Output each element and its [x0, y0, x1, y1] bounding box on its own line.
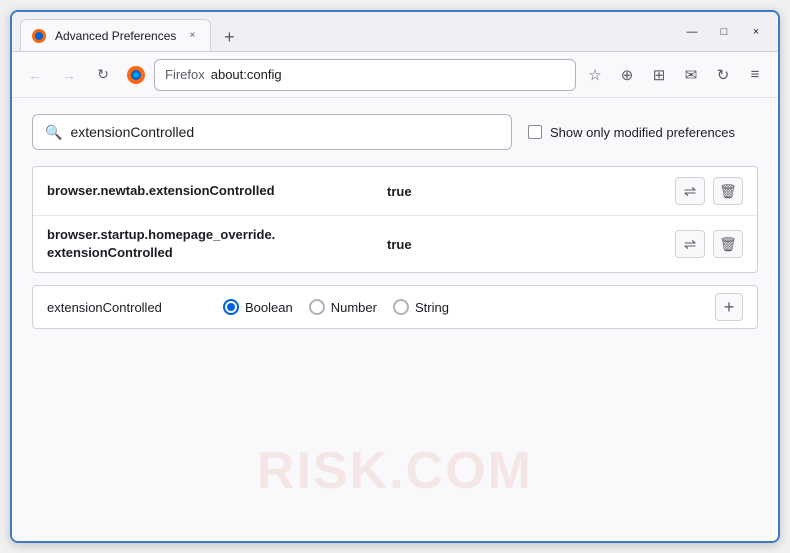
search-row: 🔍 Show only modified preferences	[32, 114, 758, 150]
sync-button[interactable]: ↻	[708, 60, 738, 90]
delete-button[interactable]: 🗑	[713, 177, 743, 205]
tab-title: Advanced Preferences	[55, 29, 176, 43]
sync-icon: ↻	[717, 66, 730, 84]
title-bar: Advanced Preferences × + — □ ×	[12, 12, 778, 52]
number-label: Number	[331, 300, 377, 315]
firefox-logo	[126, 65, 146, 85]
back-button[interactable]: ←	[20, 60, 50, 90]
tab-close-button[interactable]: ×	[184, 28, 200, 44]
bookmark-icon: ☆	[588, 66, 601, 84]
search-container[interactable]: 🔍	[32, 114, 512, 150]
arrows-icon	[684, 182, 697, 200]
pref-actions: 🗑	[675, 230, 743, 258]
window-controls: — □ ×	[678, 21, 770, 43]
forward-button[interactable]: →	[54, 60, 84, 90]
menu-button[interactable]: ≡	[740, 60, 770, 90]
type-radio-group: Boolean Number String	[223, 299, 699, 315]
show-modified-checkbox[interactable]	[528, 125, 542, 139]
search-icon: 🔍	[45, 124, 62, 141]
reload-button[interactable]: ↻	[88, 60, 118, 90]
pref-value: true	[387, 237, 675, 252]
minimize-button[interactable]: —	[678, 21, 706, 43]
back-icon: ←	[28, 67, 42, 83]
pref-value: true	[387, 184, 675, 199]
search-input[interactable]	[70, 124, 499, 140]
page-content: RISK.COM 🔍 Show only modified preference…	[12, 98, 778, 541]
mail-icon: ✉	[685, 66, 698, 84]
url-text: about:config	[211, 67, 565, 82]
number-radio[interactable]: Number	[309, 299, 377, 315]
tab-favicon	[31, 28, 47, 44]
menu-icon: ≡	[751, 66, 760, 83]
maximize-button[interactable]: □	[710, 21, 738, 43]
new-tab-button[interactable]: +	[215, 23, 243, 51]
pref-actions: 🗑	[675, 177, 743, 205]
watermark: RISK.COM	[257, 441, 533, 501]
extensions-button[interactable]: ⊞	[644, 60, 674, 90]
browser-window: Advanced Preferences × + — □ × ← → ↻ Fir…	[10, 10, 780, 543]
pref-name: browser.newtab.extensionControlled	[47, 182, 387, 200]
number-radio-circle	[309, 299, 325, 315]
pref-name-multiline: browser.startup.homepage_override. exten…	[47, 226, 387, 262]
extensions-icon: ⊞	[653, 66, 666, 84]
nav-toolbar-icons: ☆ ⊕ ⊞ ✉ ↻ ≡	[580, 60, 770, 90]
arrows-icon	[684, 235, 697, 253]
shield-icon: ⊕	[621, 66, 634, 84]
trash-icon: 🗑	[719, 236, 737, 253]
string-radio[interactable]: String	[393, 299, 449, 315]
close-button[interactable]: ×	[742, 21, 770, 43]
toggle-button[interactable]	[675, 177, 705, 205]
toggle-button[interactable]	[675, 230, 705, 258]
active-tab[interactable]: Advanced Preferences ×	[20, 19, 211, 51]
forward-icon: →	[62, 67, 76, 83]
show-modified-label: Show only modified preferences	[550, 125, 735, 140]
browser-brand: Firefox	[165, 67, 205, 82]
delete-button[interactable]: 🗑	[713, 230, 743, 258]
boolean-radio-circle	[223, 299, 239, 315]
preferences-table: browser.newtab.extensionControlled true …	[32, 166, 758, 273]
table-row: browser.startup.homepage_override. exten…	[33, 216, 757, 272]
pref-name-line1: browser.startup.homepage_override.	[47, 227, 275, 242]
show-modified-option[interactable]: Show only modified preferences	[528, 125, 735, 140]
add-preference-row: extensionControlled Boolean Number Strin…	[32, 285, 758, 329]
bookmark-button[interactable]: ☆	[580, 60, 610, 90]
pref-name-line2: extensionControlled	[47, 245, 173, 260]
string-radio-circle	[393, 299, 409, 315]
boolean-radio[interactable]: Boolean	[223, 299, 293, 315]
add-preference-button[interactable]: +	[715, 293, 743, 321]
table-row: browser.newtab.extensionControlled true …	[33, 167, 757, 216]
tab-area: Advanced Preferences × +	[20, 12, 670, 51]
mail-button[interactable]: ✉	[676, 60, 706, 90]
string-label: String	[415, 300, 449, 315]
trash-icon: 🗑	[719, 183, 737, 200]
new-pref-name: extensionControlled	[47, 300, 207, 315]
navigation-bar: ← → ↻ Firefox about:config ☆ ⊕ ⊞	[12, 52, 778, 98]
boolean-label: Boolean	[245, 300, 293, 315]
shield-button[interactable]: ⊕	[612, 60, 642, 90]
reload-icon: ↻	[97, 66, 109, 83]
address-bar[interactable]: Firefox about:config	[154, 59, 576, 91]
